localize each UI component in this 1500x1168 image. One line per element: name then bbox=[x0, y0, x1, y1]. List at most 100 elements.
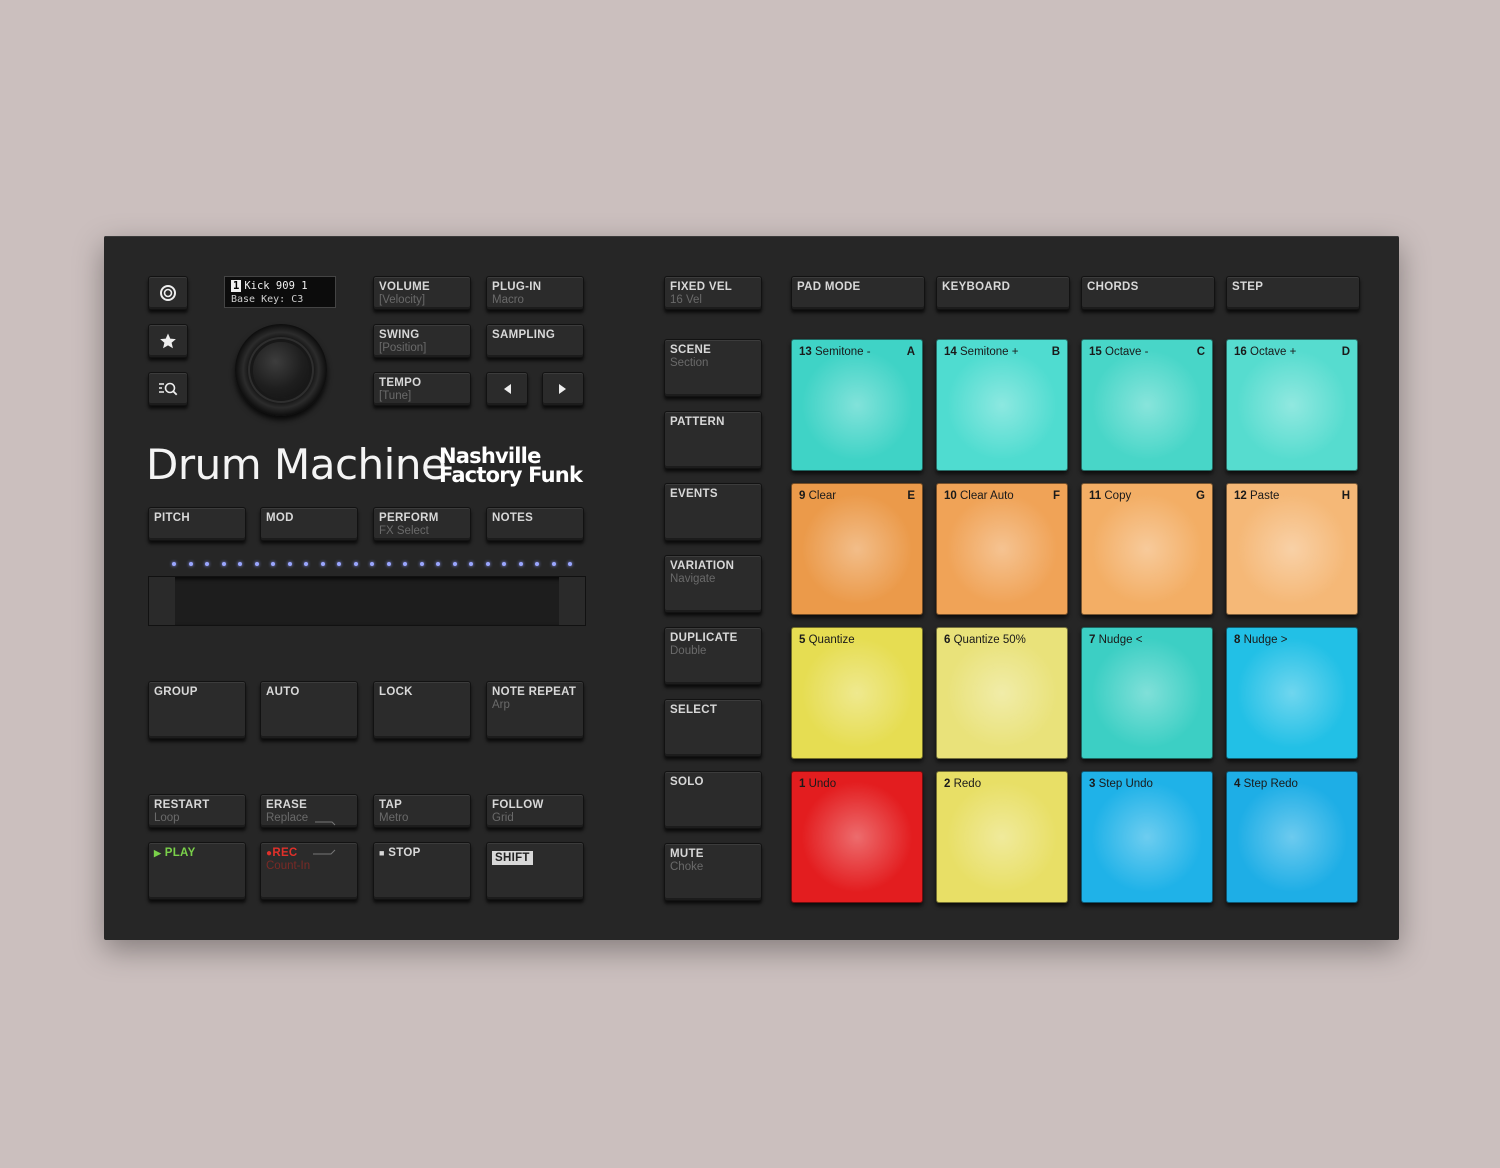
keyboard-button[interactable]: KEYBOARD bbox=[936, 276, 1070, 310]
pad-name: Quantize 50% bbox=[953, 634, 1026, 646]
pad-9[interactable]: 9 Clear E bbox=[791, 483, 923, 615]
pad-10[interactable]: 10 Clear Auto F bbox=[936, 483, 1068, 615]
erase-sub: Replace bbox=[266, 812, 309, 824]
pad-name: Nudge > bbox=[1243, 634, 1288, 646]
stop-square-icon: ■ bbox=[379, 848, 385, 858]
follow-label: FOLLOW bbox=[492, 799, 544, 811]
sampling-button[interactable]: SAMPLING bbox=[486, 324, 584, 358]
record-button[interactable] bbox=[148, 276, 188, 310]
pad-name: Quantize bbox=[808, 634, 855, 646]
touch-strip-led bbox=[452, 562, 457, 566]
group-button[interactable]: GROUP bbox=[148, 681, 246, 739]
stop-button[interactable]: ■ STOP bbox=[373, 842, 471, 900]
plugin-button[interactable]: PLUG-IN Macro bbox=[486, 276, 584, 310]
tap-label: TAP bbox=[379, 799, 403, 811]
pad-label: 13 Semitone - bbox=[799, 346, 871, 358]
pad-14[interactable]: 14 Semitone + B bbox=[936, 339, 1068, 471]
stop-label-wrap: ■ STOP bbox=[379, 847, 421, 859]
fixed-vel-button[interactable]: FIXED VEL 16 Vel bbox=[664, 276, 762, 310]
encoder-knob[interactable] bbox=[235, 324, 327, 416]
follow-button[interactable]: FOLLOW Grid bbox=[486, 794, 584, 828]
pad-mode-button[interactable]: PAD MODE bbox=[791, 276, 925, 310]
pad-16[interactable]: 16 Octave + D bbox=[1226, 339, 1358, 471]
restart-button[interactable]: RESTART Loop bbox=[148, 794, 246, 828]
touch-strip[interactable] bbox=[148, 576, 586, 626]
pad-number: 11 bbox=[1089, 490, 1102, 502]
pad-label: 6 Quantize 50% bbox=[944, 634, 1026, 646]
chords-button[interactable]: CHORDS bbox=[1081, 276, 1215, 310]
pad-2[interactable]: 2 Redo bbox=[936, 771, 1068, 903]
pitch-button[interactable]: PITCH bbox=[148, 507, 246, 541]
note-repeat-button[interactable]: NOTE REPEAT Arp bbox=[486, 681, 584, 739]
mid-button-label: FIXED VEL bbox=[670, 281, 733, 293]
rec-button[interactable]: ●REC Count-In bbox=[260, 842, 358, 900]
scene-button[interactable]: SCENE Section bbox=[664, 339, 762, 397]
erase-link-line-icon bbox=[315, 821, 336, 826]
preset-name-line2: Factory Funk bbox=[439, 463, 583, 487]
erase-label: ERASE bbox=[266, 799, 308, 811]
pattern-button[interactable]: PATTERN bbox=[664, 411, 762, 469]
pad-key-letter: D bbox=[1341, 346, 1350, 358]
auto-button[interactable]: AUTO bbox=[260, 681, 358, 739]
follow-sub: Grid bbox=[492, 812, 514, 824]
touch-strip-led bbox=[304, 562, 308, 566]
touch-strip-led bbox=[205, 562, 209, 566]
pad-key-letter: C bbox=[1196, 346, 1205, 358]
shift-label: SHIFT bbox=[492, 851, 533, 865]
pad-1[interactable]: 1 Undo bbox=[791, 771, 923, 903]
pad-number: 13 bbox=[799, 346, 812, 358]
tap-button[interactable]: TAP Metro bbox=[373, 794, 471, 828]
pad-number: 2 bbox=[944, 778, 951, 790]
pad-number: 12 bbox=[1234, 490, 1247, 502]
pad-number: 7 bbox=[1089, 634, 1096, 646]
pad-4[interactable]: 4 Step Redo bbox=[1226, 771, 1358, 903]
arrow-right-button[interactable] bbox=[542, 372, 584, 406]
variation-button[interactable]: VARIATION Navigate bbox=[664, 555, 762, 613]
pad-name: Octave - bbox=[1105, 346, 1149, 358]
note-repeat-sub: Arp bbox=[492, 699, 510, 711]
pad-label: 7 Nudge < bbox=[1089, 634, 1142, 646]
perform-button[interactable]: PERFORM FX Select bbox=[373, 507, 471, 541]
swing-button[interactable]: SWING [Position] bbox=[373, 324, 471, 358]
shift-button[interactable]: SHIFT bbox=[486, 842, 584, 900]
play-button[interactable]: ▶ PLAY bbox=[148, 842, 246, 900]
erase-button[interactable]: ERASE Replace bbox=[260, 794, 358, 828]
duplicate-button[interactable]: DUPLICATE Double bbox=[664, 627, 762, 685]
favorite-button[interactable] bbox=[148, 324, 188, 358]
step-button[interactable]: STEP bbox=[1226, 276, 1360, 310]
pad-15[interactable]: 15 Octave - C bbox=[1081, 339, 1213, 471]
events-button[interactable]: EVENTS bbox=[664, 483, 762, 541]
touch-strip-led bbox=[485, 562, 490, 566]
pad-5[interactable]: 5 Quantize bbox=[791, 627, 923, 759]
mute-button[interactable]: MUTE Choke bbox=[664, 843, 762, 901]
mod-button[interactable]: MOD bbox=[260, 507, 358, 541]
select-button[interactable]: SELECT bbox=[664, 699, 762, 757]
touch-strip-left-end bbox=[149, 577, 175, 625]
volume-button[interactable]: VOLUME [Velocity] bbox=[373, 276, 471, 310]
pad-label: 1 Undo bbox=[799, 778, 836, 790]
pad-13[interactable]: 13 Semitone - A bbox=[791, 339, 923, 471]
pad-3[interactable]: 3 Step Undo bbox=[1081, 771, 1213, 903]
solo-button[interactable]: SOLO bbox=[664, 771, 762, 829]
touch-strip-led bbox=[353, 562, 358, 566]
perform-label: PERFORM bbox=[379, 512, 439, 524]
play-label: PLAY bbox=[164, 847, 196, 859]
browse-button[interactable] bbox=[148, 372, 188, 406]
pad-12[interactable]: 12 Paste H bbox=[1226, 483, 1358, 615]
pad-name: Step Undo bbox=[1098, 778, 1153, 790]
pad-name: Octave + bbox=[1250, 346, 1297, 358]
notes-button[interactable]: NOTES bbox=[486, 507, 584, 541]
group-label: GROUP bbox=[154, 686, 198, 698]
tempo-button[interactable]: TEMPO [Tune] bbox=[373, 372, 471, 406]
lock-button[interactable]: LOCK bbox=[373, 681, 471, 739]
app-title: Drum Machine bbox=[146, 440, 447, 489]
pad-11[interactable]: 11 Copy G bbox=[1081, 483, 1213, 615]
pad-8[interactable]: 8 Nudge > bbox=[1226, 627, 1358, 759]
pad-name: Undo bbox=[808, 778, 837, 790]
arrow-left-button[interactable] bbox=[486, 372, 528, 406]
browse-search-icon bbox=[159, 382, 178, 396]
pad-7[interactable]: 7 Nudge < bbox=[1081, 627, 1213, 759]
restart-label: RESTART bbox=[154, 799, 210, 811]
pad-number: 4 bbox=[1234, 778, 1241, 790]
pad-6[interactable]: 6 Quantize 50% bbox=[936, 627, 1068, 759]
